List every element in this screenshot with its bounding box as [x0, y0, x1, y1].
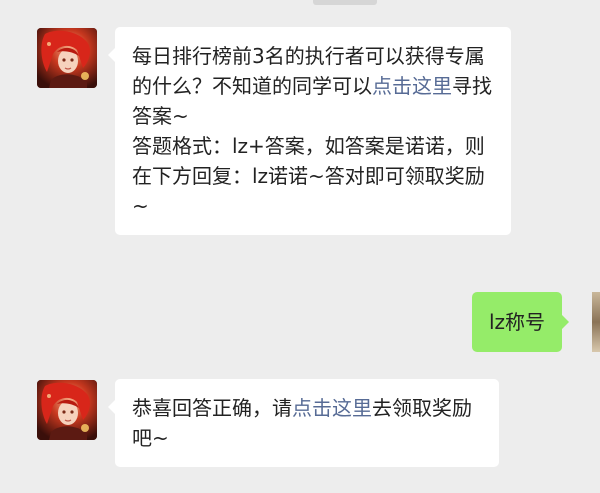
anime-character-avatar-icon [37, 28, 97, 88]
answer-text: lz称号 [489, 310, 546, 334]
message-bubble-reply[interactable]: 恭喜回答正确，请点击这里去领取奖励吧~ [108, 379, 499, 467]
contact-avatar[interactable] [37, 28, 97, 88]
click-here-link[interactable]: 点击这里 [292, 396, 372, 420]
anime-character-avatar-icon [37, 380, 97, 440]
click-here-link[interactable]: 点击这里 [372, 74, 452, 98]
answer-format-text: 答题格式：lz+答案，如答案是诺诺，则在下方回复：lz诺诺~答对即可领取奖励~ [132, 134, 485, 218]
user-avatar-icon[interactable] [592, 292, 600, 352]
contact-avatar[interactable] [37, 380, 97, 440]
message-bubble-answer[interactable]: lz称号 [472, 292, 570, 352]
message-bubble-question[interactable]: 每日排行榜前3名的执行者可以获得专属的什么？不知道的同学可以点击这里寻找答案~ … [108, 27, 511, 235]
previous-message-edge [313, 0, 377, 5]
reply-text-part1: 恭喜回答正确，请 [132, 396, 292, 420]
